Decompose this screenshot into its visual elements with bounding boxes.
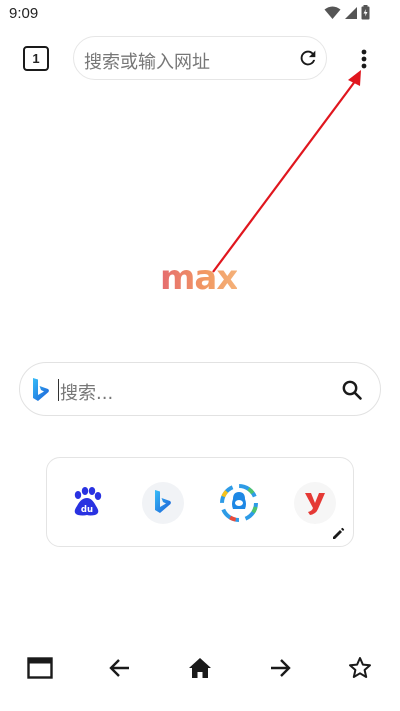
forward-icon[interactable] [266, 654, 294, 682]
battery-icon [361, 5, 370, 24]
tab-switcher-button[interactable]: 1 [23, 46, 49, 71]
browser-home-screen: 9:09 1 搜索或输入网址 max 搜索... du [0, 0, 400, 711]
pencil-icon[interactable] [331, 526, 345, 540]
svg-text:du: du [81, 505, 93, 515]
search-icon[interactable] [340, 378, 364, 402]
back-icon[interactable] [106, 654, 134, 682]
star-icon[interactable] [346, 654, 374, 682]
shortcut-youku[interactable] [294, 482, 336, 524]
shortcut-bing[interactable] [142, 482, 184, 524]
arrow-head [348, 70, 361, 86]
wifi-icon [324, 5, 341, 24]
address-placeholder: 搜索或输入网址 [84, 52, 210, 73]
signal-icon [344, 5, 358, 24]
arrow-line [212, 79, 357, 273]
more-vert-icon[interactable] [355, 47, 373, 71]
max-logo: max [160, 258, 242, 298]
status-time: 9:09 [9, 5, 39, 22]
logo-text: max [160, 258, 238, 298]
bottom-nav [0, 648, 400, 688]
home-icon[interactable] [186, 654, 214, 682]
text-caret [58, 379, 59, 401]
shortcuts-panel: du [46, 457, 354, 547]
status-bar: 9:09 [0, 0, 400, 28]
qq-icon [218, 484, 260, 528]
status-icons [324, 5, 370, 24]
shortcut-qq[interactable] [218, 482, 260, 524]
tab-count-label: 1 [32, 51, 40, 66]
bing-icon [142, 490, 184, 528]
bing-icon[interactable] [31, 377, 51, 403]
search-placeholder: 搜索... [60, 383, 114, 404]
reload-icon[interactable] [297, 47, 319, 69]
address-bar[interactable]: 搜索或输入网址 [73, 36, 327, 80]
shortcut-baidu[interactable]: du [66, 482, 108, 524]
tabs-icon[interactable] [26, 654, 54, 682]
baidu-icon: du [66, 487, 108, 528]
search-box[interactable]: 搜索... [19, 362, 381, 416]
youku-icon [294, 493, 336, 528]
annotation-arrow [212, 70, 361, 273]
